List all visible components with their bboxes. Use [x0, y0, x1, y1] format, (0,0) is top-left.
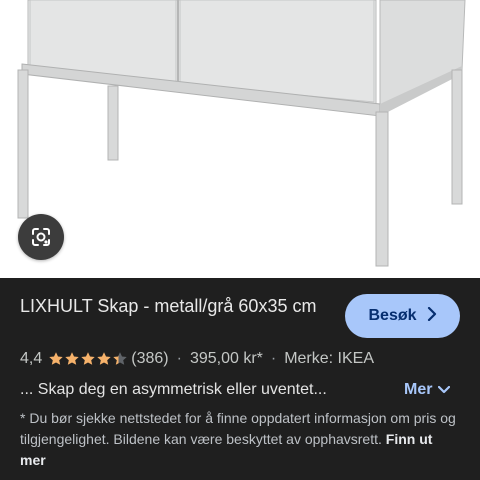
star-icon — [49, 352, 63, 365]
price: 395,00 kr* — [189, 350, 263, 367]
product-meta: 4,4 (386) · 395,00 kr* · Merke: IKEA — [20, 350, 374, 368]
more-button[interactable]: Mer — [404, 381, 451, 399]
chevron-right-icon — [427, 306, 437, 326]
visit-button-label: Besøk — [368, 307, 417, 324]
star-icon — [65, 352, 79, 365]
product-image[interactable] — [0, 0, 480, 278]
separator-dot: · — [270, 350, 277, 367]
google-lens-button[interactable] — [18, 214, 64, 260]
cabinet-illustration — [17, 0, 466, 267]
rating-value: 4,4 — [20, 350, 43, 367]
star-icon — [113, 352, 127, 365]
product-info-panel: LIXHULT Skap - metall/grå 60x35 cm Besøk… — [0, 278, 480, 480]
visit-button[interactable]: Besøk — [345, 294, 460, 338]
more-button-label: Mer — [404, 381, 433, 398]
product-title[interactable]: LIXHULT Skap - metall/grå 60x35 cm — [20, 294, 330, 319]
brand: Merke: IKEA — [284, 350, 375, 367]
star-icon — [81, 352, 95, 365]
rating-stars — [48, 351, 128, 367]
disclaimer: * Du bør sjekke nettstedet for å finne o… — [20, 408, 460, 471]
review-count: (386) — [131, 350, 169, 367]
separator-dot: · — [176, 350, 182, 367]
star-icon — [97, 352, 111, 365]
chevron-down-icon — [438, 381, 451, 399]
google-lens-icon — [32, 228, 50, 246]
description-snippet: ... Skap deg en asymmetrisk eller uvente… — [20, 381, 327, 398]
